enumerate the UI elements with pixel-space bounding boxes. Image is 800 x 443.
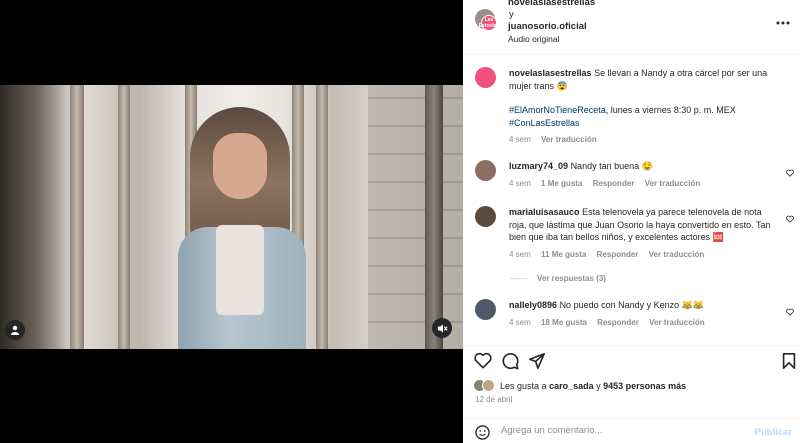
- media-pane: [0, 0, 463, 443]
- caption-avatar[interactable]: [475, 67, 496, 88]
- caption-meta: 4 sem Ver traducción: [509, 134, 779, 147]
- audio-link[interactable]: Audio original: [508, 33, 595, 45]
- comment-user[interactable]: marialuisasauco: [509, 207, 580, 217]
- more-options-button[interactable]: [776, 12, 790, 28]
- video-door: [425, 85, 443, 349]
- header-account2-link[interactable]: juanosorio.oficial: [508, 21, 595, 33]
- comment-time: 4 sem: [509, 317, 531, 327]
- like-comment-button[interactable]: [786, 168, 794, 181]
- video-bar: [118, 85, 130, 349]
- share-button[interactable]: [528, 352, 546, 375]
- see-translation-button[interactable]: Ver traducción: [541, 135, 597, 144]
- comment-user[interactable]: luzmary74_09: [509, 161, 568, 171]
- tagged-users-button[interactable]: [5, 320, 25, 340]
- liker-user-link[interactable]: caro_sada: [549, 381, 594, 391]
- user-icon: [11, 325, 19, 335]
- video-player[interactable]: [0, 85, 463, 349]
- heart-icon: [786, 215, 794, 223]
- post-comment-button[interactable]: Publicar: [755, 427, 793, 438]
- comments-list[interactable]: novelaslasestrellas Se llevan a Nandy a …: [463, 56, 800, 338]
- heart-icon: [786, 169, 794, 177]
- view-replies-row: Ver respuestas (3): [509, 273, 779, 286]
- comment-body: marialuisasauco Esta telenovela ya parec…: [509, 206, 779, 286]
- header-accounts: novelaslasestrellas y juanosorio.oficial…: [508, 0, 595, 45]
- replies-divider: [509, 278, 527, 280]
- see-translation-button[interactable]: Ver traducción: [649, 318, 705, 327]
- brand-avatar-text: Las Estrellas: [478, 17, 500, 29]
- likes-summary: Les gusta a caro_sada y 9453 personas má…: [473, 379, 686, 392]
- likes-prefix: Les gusta a: [500, 380, 547, 391]
- reply-button[interactable]: Responder: [597, 318, 639, 327]
- comment-avatar[interactable]: [475, 206, 496, 227]
- post-date: 12 de abril: [475, 395, 513, 404]
- comment-likes[interactable]: 11 Me gusta: [541, 250, 586, 259]
- avatar-novelaslasestrellas[interactable]: Las Estrellas: [478, 15, 500, 31]
- comment-button[interactable]: [501, 352, 519, 375]
- comment-likes[interactable]: 18 Me gusta: [541, 318, 587, 327]
- post-header: Las Estrellas novelaslasestrellas y juan…: [463, 0, 800, 55]
- caption-body: novelaslasestrellas Se llevan a Nandy a …: [509, 67, 779, 147]
- comment-input[interactable]: [501, 425, 741, 436]
- comment-meta: 4 sem 11 Me gusta Responder Ver traducci…: [509, 249, 779, 262]
- like-comment-button[interactable]: [786, 307, 794, 320]
- reply-button[interactable]: Responder: [593, 179, 635, 188]
- bookmark-icon: [782, 352, 796, 370]
- video-bar: [70, 85, 84, 349]
- comment-avatar[interactable]: [475, 160, 496, 181]
- save-button[interactable]: [781, 352, 797, 375]
- liker-avatar: [482, 379, 495, 392]
- comment-body: luzmary74_09 Nandy tan buena 🤤 4 sem 1 M…: [509, 160, 779, 190]
- heart-icon: [474, 352, 492, 369]
- mute-button[interactable]: [432, 318, 452, 338]
- post-side-panel: Las Estrellas novelaslasestrellas y juan…: [463, 0, 800, 443]
- like-comment-button[interactable]: [786, 214, 794, 227]
- more-horizontal-icon: [776, 21, 790, 25]
- video-wall: [368, 85, 463, 349]
- header-connector: y: [509, 9, 514, 20]
- comment-text: Nandy tan buena 🤤: [570, 161, 653, 171]
- hashtag-link[interactable]: #ElAmorNoTieneReceta: [509, 105, 606, 115]
- see-translation-button[interactable]: Ver traducción: [645, 179, 701, 188]
- person-shirt: [216, 225, 264, 315]
- caption-schedule: , lunes a viernes 8:30 p. m. MEX: [605, 105, 736, 115]
- comment-time: 4 sem: [509, 178, 531, 188]
- person-face: [213, 133, 267, 199]
- heart-icon: [786, 308, 794, 316]
- view-replies-button[interactable]: Ver respuestas (3): [537, 274, 606, 283]
- comment-user[interactable]: nallely0896: [509, 300, 557, 310]
- emoji-icon: [475, 425, 490, 440]
- comment-composer: Publicar: [463, 418, 800, 443]
- likes-count-link[interactable]: 9453 personas más: [603, 381, 686, 391]
- share-icon: [528, 352, 546, 370]
- like-button[interactable]: [474, 352, 492, 374]
- header-account1-link[interactable]: novelaslasestrellas: [508, 0, 595, 9]
- post-actions: [463, 345, 800, 375]
- see-translation-button[interactable]: Ver traducción: [649, 250, 705, 259]
- emoji-button[interactable]: [475, 425, 490, 443]
- muted-speaker-icon: [437, 323, 448, 333]
- comment-icon: [502, 353, 519, 370]
- comment-time: 4 sem: [509, 249, 531, 259]
- comment-meta: 4 sem 1 Me gusta Responder Ver traducció…: [509, 178, 779, 191]
- comment-meta: 4 sem 18 Me gusta Responder Ver traducci…: [509, 317, 779, 330]
- video-foreground-blur: [0, 85, 70, 349]
- comment-likes[interactable]: 1 Me gusta: [541, 179, 582, 188]
- video-frame: [0, 85, 463, 349]
- comment-body: nallely0896 No puedo con Nandy y Kenzo 😹…: [509, 299, 779, 329]
- caption-tags: #ElAmorNoTieneReceta, lunes a viernes 8:…: [509, 104, 779, 129]
- caption-time: 4 sem: [509, 135, 531, 144]
- comment-text: No puedo con Nandy y Kenzo 😹😹: [559, 300, 705, 310]
- likes-middle: y: [596, 380, 601, 391]
- caption-user[interactable]: novelaslasestrellas: [509, 68, 592, 78]
- video-person: [168, 107, 318, 349]
- reply-button[interactable]: Responder: [597, 250, 639, 259]
- hashtag-link[interactable]: #ConLasEstrellas: [509, 118, 580, 128]
- comment-avatar[interactable]: [475, 299, 496, 320]
